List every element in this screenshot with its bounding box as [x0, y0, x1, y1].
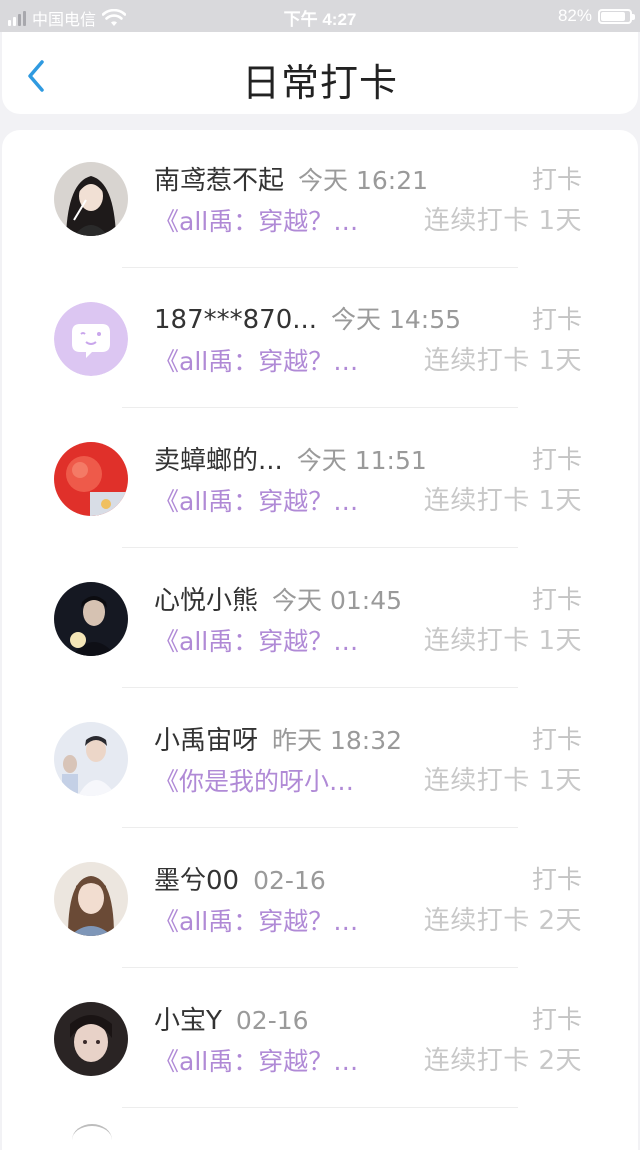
checkin-row[interactable]: 南鸢惹不起 今天 16:21 打卡 《all禹：穿越？… 连续打卡 1天 [2, 130, 638, 270]
streak-text: 连续打卡 2天 [423, 1046, 582, 1076]
checkin-label: 打卡 [531, 445, 582, 474]
status-time: 下午 4:27 [283, 10, 357, 29]
checkin-row[interactable]: 187***870... 今天 14:55 打卡 《all禹：穿越？… 连续打卡 … [2, 270, 638, 410]
checkin-row[interactable]: 小禹宙呀 昨天 18:32 打卡 《你是我的呀小… 连续打卡 1天 [2, 690, 638, 830]
username: 南鸢惹不起 今天 16:21 [154, 166, 429, 196]
checkin-row[interactable]: 心悦小熊 今天 01:45 打卡 《all禹：穿越？… 连续打卡 1天 [2, 550, 638, 690]
work-title-link[interactable]: 《all禹：穿越？… [154, 342, 358, 378]
streak-text: 连续打卡 1天 [423, 486, 582, 516]
streak-text: 连续打卡 1天 [423, 346, 582, 376]
streak-text: 连续打卡 1天 [423, 206, 582, 236]
user-avatar[interactable] [54, 582, 128, 656]
work-title-link[interactable]: 《all禹：穿越？… [154, 902, 358, 938]
work-title-link[interactable]: 《all禹：穿越？… [154, 482, 358, 518]
row-divider [122, 827, 518, 828]
checkin-label: 打卡 [531, 165, 582, 194]
work-title-link[interactable]: 《all禹：穿越？… [154, 202, 358, 238]
checkin-time: 02-16 [235, 1006, 309, 1035]
checkin-list: 南鸢惹不起 今天 16:21 打卡 《all禹：穿越？… 连续打卡 1天 187*… [2, 130, 638, 1150]
status-bar: 中国电信 下午 4:27 82% [0, 0, 640, 32]
row-divider [122, 267, 518, 268]
row-divider [122, 547, 518, 548]
navigation-bar: 日常打卡 [2, 32, 638, 114]
user-avatar[interactable] [72, 1124, 112, 1150]
row-divider [122, 967, 518, 968]
checkin-row[interactable]: 小宝Y 02-16 打卡 《all禹：穿越？… 连续打卡 2天 [2, 970, 638, 1110]
checkin-time: 昨天 18:32 [272, 726, 403, 755]
checkin-row[interactable]: 墨兮00 02-16 打卡 《all禹：穿越？… 连续打卡 2天 [2, 830, 638, 970]
row-divider [122, 1107, 518, 1108]
battery-percentage: 82% [557, 6, 592, 25]
streak-text: 连续打卡 1天 [423, 626, 582, 656]
username: 187***870... 今天 14:55 [154, 305, 462, 335]
checkin-time: 今天 14:55 [331, 305, 462, 334]
checkin-time: 02-16 [253, 866, 326, 895]
page-title: 日常打卡 [241, 61, 398, 105]
checkin-time: 今天 11:51 [296, 446, 427, 475]
user-avatar[interactable] [54, 722, 128, 796]
user-avatar[interactable] [54, 162, 128, 236]
row-divider [122, 407, 518, 408]
checkin-label: 打卡 [531, 865, 582, 894]
checkin-label: 打卡 [531, 585, 582, 614]
checkin-row-partial[interactable] [2, 1110, 638, 1150]
username: 卖蟑螂的... 今天 11:51 [154, 446, 427, 476]
work-title-link[interactable]: 《你是我的呀小… [154, 762, 354, 798]
checkin-time: 今天 01:45 [272, 586, 403, 615]
checkin-label: 打卡 [531, 1005, 582, 1034]
user-avatar[interactable] [54, 862, 128, 936]
default-avatar-icon[interactable] [54, 302, 128, 376]
work-title-link[interactable]: 《all禹：穿越？… [154, 622, 358, 658]
checkin-label: 打卡 [531, 305, 582, 334]
checkin-label: 打卡 [531, 725, 582, 754]
checkin-row[interactable]: 卖蟑螂的... 今天 11:51 打卡 《all禹：穿越？… 连续打卡 1天 [2, 410, 638, 550]
streak-text: 连续打卡 2天 [423, 906, 582, 936]
status-right: 82% [557, 6, 635, 26]
work-title-link[interactable]: 《all禹：穿越？… [154, 1042, 358, 1078]
streak-text: 连续打卡 1天 [423, 766, 582, 796]
battery-icon [598, 8, 635, 24]
username: 心悦小熊 今天 01:45 [154, 586, 403, 616]
row-divider [122, 687, 518, 688]
user-avatar[interactable] [54, 442, 128, 516]
user-avatar[interactable] [54, 1002, 128, 1076]
username: 小禹宙呀 昨天 18:32 [154, 726, 403, 756]
username: 小宝Y 02-16 [154, 1006, 309, 1036]
checkin-time: 今天 16:21 [298, 166, 429, 195]
username: 墨兮00 02-16 [154, 866, 326, 896]
